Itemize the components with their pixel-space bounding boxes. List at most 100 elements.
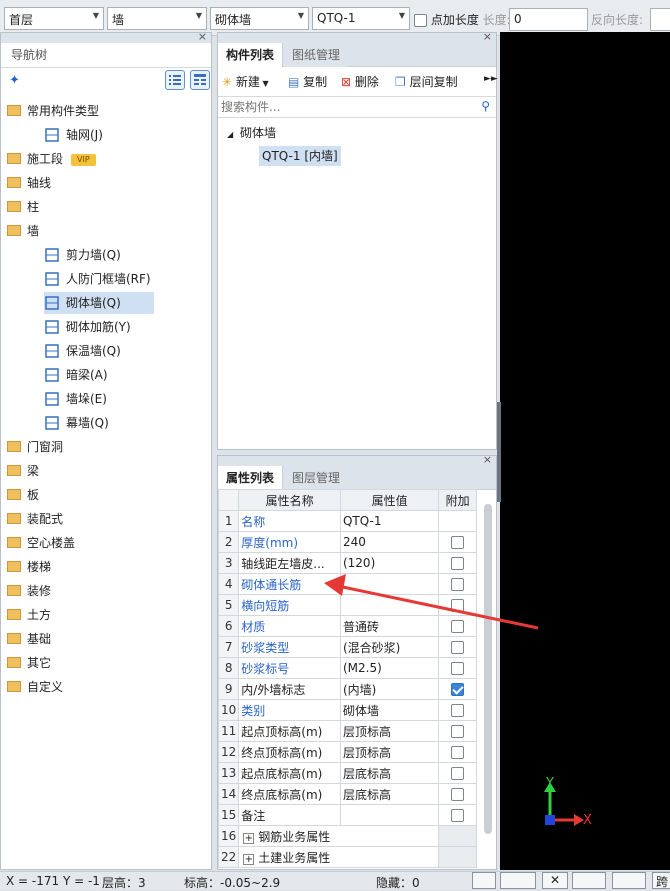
property-value[interactable]: 240 bbox=[339, 531, 440, 553]
nav-item[interactable]: 幕墙(Q) bbox=[44, 412, 109, 434]
property-value[interactable] bbox=[339, 594, 440, 616]
nav-item[interactable]: 空心楼盖 bbox=[7, 532, 75, 554]
nav-item[interactable]: 暗梁(A) bbox=[44, 364, 108, 386]
nav-item[interactable]: 剪力墙(Q) bbox=[44, 244, 121, 266]
property-value[interactable]: (120) bbox=[339, 552, 440, 574]
snap-icon[interactable] bbox=[472, 872, 496, 889]
additional-checkbox[interactable] bbox=[451, 557, 465, 570]
table-row[interactable]: 7 砂浆类型 (混合砂浆) bbox=[217, 636, 477, 658]
table-row[interactable]: 8 砂浆标号 (M2.5) bbox=[217, 657, 477, 679]
floor-copy-button[interactable]: ❐ 层间复制 bbox=[395, 73, 458, 90]
additional-checkbox[interactable] bbox=[451, 536, 465, 549]
cross-icon[interactable]: ✕ bbox=[542, 872, 568, 889]
additional-checkbox[interactable] bbox=[451, 809, 465, 822]
category-select[interactable]: 墙 ▼ bbox=[107, 7, 207, 30]
additional-checkbox[interactable] bbox=[451, 746, 465, 759]
tab-component-list[interactable]: 构件列表 bbox=[218, 43, 284, 67]
nav-item[interactable]: 土方 bbox=[7, 604, 51, 626]
nav-item[interactable]: 砌体加筋(Y) bbox=[44, 316, 131, 338]
status-tail-button[interactable]: 跨 bbox=[652, 872, 670, 889]
nav-item[interactable]: 施工段 VIP bbox=[7, 148, 96, 170]
table-row[interactable]: 1 名称 QTQ-1 bbox=[217, 510, 477, 532]
table-row[interactable]: 10 类别 砌体墙 bbox=[217, 699, 477, 721]
property-value[interactable]: (M2.5) bbox=[339, 657, 440, 679]
tab-property-list[interactable]: 属性列表 bbox=[218, 466, 284, 490]
nav-item[interactable]: 砌体墙(Q) bbox=[44, 292, 154, 314]
property-value[interactable]: QTQ-1 bbox=[339, 510, 440, 532]
additional-checkbox[interactable] bbox=[451, 599, 465, 612]
close-icon[interactable]: × bbox=[483, 453, 492, 466]
nav-item[interactable]: 基础 bbox=[7, 628, 51, 650]
additional-checkbox[interactable] bbox=[451, 662, 465, 675]
tree-root[interactable]: ◢ 砌体墙 bbox=[227, 124, 276, 141]
property-value[interactable]: (混合砂浆) bbox=[339, 636, 440, 658]
nav-item[interactable]: 柱 bbox=[7, 196, 39, 218]
property-value[interactable]: 层顶标高 bbox=[339, 720, 440, 742]
tab-layer-management[interactable]: 图层管理 bbox=[284, 466, 349, 490]
grid-view-icon[interactable] bbox=[190, 70, 210, 90]
nav-item[interactable]: 梁 bbox=[7, 460, 39, 482]
expand-icon[interactable]: + bbox=[243, 832, 255, 844]
add-icon[interactable]: ✦ bbox=[9, 73, 20, 88]
property-value[interactable]: 层底标高 bbox=[339, 762, 440, 784]
additional-checkbox[interactable] bbox=[451, 725, 465, 738]
table-row[interactable]: 13 起点底标高(m) 层底标高 bbox=[217, 762, 477, 784]
splitter-handle[interactable] bbox=[497, 402, 501, 502]
group-row[interactable]: + 钢筋业务属性 bbox=[238, 825, 440, 847]
property-value[interactable]: 层底标高 bbox=[339, 783, 440, 805]
table-row[interactable]: 22 + 土建业务属性 bbox=[217, 846, 477, 868]
expand-icon[interactable]: + bbox=[243, 853, 255, 865]
ortho-icon[interactable] bbox=[612, 872, 646, 889]
property-value[interactable]: 普通砖 bbox=[339, 615, 440, 637]
drawing-canvas[interactable]: Y X bbox=[497, 32, 670, 870]
nav-item[interactable]: 板 bbox=[7, 484, 39, 506]
collapse-icon[interactable]: ◢ bbox=[227, 130, 233, 139]
table-row[interactable]: 12 终点顶标高(m) 层顶标高 bbox=[217, 741, 477, 763]
new-button[interactable]: ✳ 新建 ▼ bbox=[222, 73, 269, 90]
type-select[interactable]: 砌体墙 ▼ bbox=[210, 7, 309, 30]
nav-item[interactable]: 保温墙(Q) bbox=[44, 340, 121, 362]
additional-checkbox[interactable] bbox=[451, 620, 465, 633]
component-select[interactable]: QTQ-1 ▼ bbox=[312, 7, 410, 30]
property-value[interactable] bbox=[339, 804, 440, 826]
delete-button[interactable]: ⊠ 删除 bbox=[341, 73, 379, 90]
component-search[interactable]: ⚲ bbox=[218, 96, 496, 118]
table-row[interactable]: 6 材质 普通砖 bbox=[217, 615, 477, 637]
additional-checkbox[interactable] bbox=[451, 578, 465, 591]
table-row[interactable]: 11 起点顶标高(m) 层顶标高 bbox=[217, 720, 477, 742]
search-icon[interactable]: ⚲ bbox=[481, 99, 490, 113]
checkbox-icon[interactable] bbox=[414, 14, 427, 27]
table-row[interactable]: 9 内/外墙标志 (内墙) bbox=[217, 678, 477, 700]
nav-item[interactable]: 轴线 bbox=[7, 172, 51, 194]
add-length-checkbox[interactable]: 点加长度 长度: bbox=[414, 11, 511, 28]
property-value[interactable]: 砌体墙 bbox=[339, 699, 440, 721]
nav-item[interactable]: 自定义 bbox=[7, 676, 63, 698]
select-mode-icon[interactable] bbox=[500, 872, 536, 889]
nav-item[interactable]: 装修 bbox=[7, 580, 51, 602]
property-value[interactable] bbox=[339, 573, 440, 595]
table-row[interactable]: 15 备注 bbox=[217, 804, 477, 826]
search-input[interactable] bbox=[218, 97, 468, 117]
additional-checkbox[interactable] bbox=[451, 704, 465, 717]
properties-scrollbar[interactable] bbox=[484, 504, 492, 834]
table-row[interactable]: 5 横向短筋 bbox=[217, 594, 477, 616]
reverse-length-input[interactable] bbox=[650, 8, 670, 31]
additional-checkbox[interactable] bbox=[451, 683, 465, 696]
additional-checkbox[interactable] bbox=[451, 767, 465, 780]
property-value[interactable]: 层顶标高 bbox=[339, 741, 440, 763]
length-input[interactable]: 0 bbox=[509, 8, 588, 31]
nav-item[interactable]: 其它 bbox=[7, 652, 51, 674]
tab-drawing-management[interactable]: 图纸管理 bbox=[284, 43, 349, 67]
group-row[interactable]: + 土建业务属性 bbox=[238, 846, 440, 868]
more-icon[interactable]: ►► bbox=[484, 74, 498, 84]
floor-select[interactable]: 首层 ▼ bbox=[4, 7, 104, 30]
close-icon[interactable]: × bbox=[483, 30, 492, 43]
nav-item[interactable]: 墙 bbox=[7, 220, 39, 242]
nav-item[interactable]: 墙垛(E) bbox=[44, 388, 107, 410]
component-item-qtq1[interactable]: QTQ-1 [内墙] bbox=[259, 146, 341, 166]
additional-checkbox[interactable] bbox=[451, 641, 465, 654]
nav-item[interactable]: 轴网(J) bbox=[44, 124, 103, 146]
nav-item[interactable]: 装配式 bbox=[7, 508, 63, 530]
table-row[interactable]: 16 + 钢筋业务属性 bbox=[217, 825, 477, 847]
table-row[interactable]: 14 终点底标高(m) 层底标高 bbox=[217, 783, 477, 805]
